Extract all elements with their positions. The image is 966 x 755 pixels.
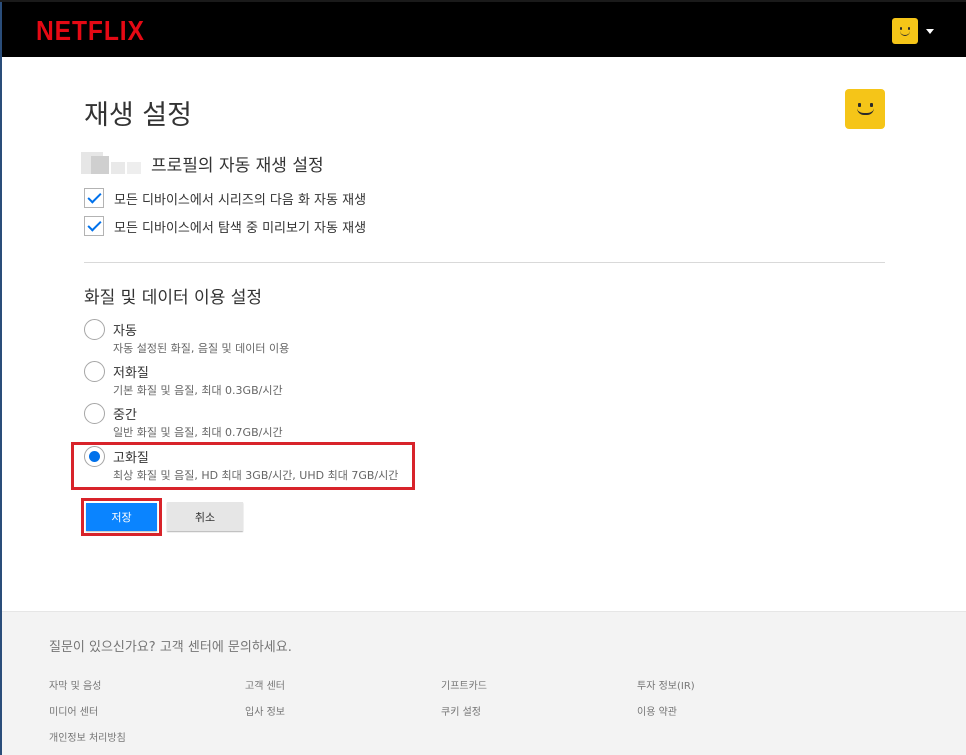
site-header: NETFLIX bbox=[2, 2, 966, 57]
autoplay-next-episode-checkbox[interactable] bbox=[84, 188, 104, 208]
cancel-button[interactable]: 취소 bbox=[167, 502, 243, 531]
footer-link-terms[interactable]: 이용 약관 bbox=[637, 703, 677, 718]
profile-avatar-icon bbox=[845, 89, 885, 129]
footer-link-cookie-settings[interactable]: 쿠키 설정 bbox=[441, 703, 481, 718]
quality-low-radio[interactable] bbox=[84, 361, 105, 382]
quality-auto-radio[interactable] bbox=[84, 319, 105, 340]
quality-high-radio[interactable] bbox=[84, 446, 105, 467]
quality-high-desc: 최상 화질 및 음질, HD 최대 3GB/시간, UHD 최대 7GB/시간 bbox=[113, 469, 399, 482]
footer-link-help-center[interactable]: 고객 센터 bbox=[245, 677, 285, 692]
quality-low-title: 저화질 bbox=[113, 366, 149, 381]
footer-link-media-center[interactable]: 미디어 센터 bbox=[49, 703, 98, 718]
footer-link-jobs[interactable]: 입사 정보 bbox=[245, 703, 285, 718]
footer-link-investor-relations[interactable]: 투자 정보(IR) bbox=[637, 677, 695, 692]
footer-link-privacy[interactable]: 개인정보 처리방침 bbox=[49, 729, 126, 744]
quality-medium-desc: 일반 화질 및 음질, 최대 0.7GB/시간 bbox=[113, 426, 283, 439]
profile-autoplay-header: 프로필의 자동 재생 설정 bbox=[81, 150, 324, 176]
autoplay-previews-checkbox[interactable] bbox=[84, 216, 104, 236]
playback-settings-panel: 재생 설정 프로필의 자동 재생 설정 모든 디바이스에서 시리즈의 다음 화 … bbox=[2, 57, 966, 611]
autoplay-previews-checkbox-row[interactable]: 모든 디바이스에서 탐색 중 미리보기 자동 재생 bbox=[84, 215, 366, 237]
quality-high-title: 고화질 bbox=[113, 451, 149, 466]
quality-low-desc: 기본 화질 및 음질, 최대 0.3GB/시간 bbox=[113, 384, 283, 397]
autoplay-previews-label: 모든 디바이스에서 탐색 중 미리보기 자동 재생 bbox=[114, 220, 367, 236]
annotation-highlight-save: 저장 bbox=[81, 498, 162, 536]
caret-down-icon[interactable] bbox=[926, 28, 934, 34]
page-title: 재생 설정 bbox=[84, 100, 192, 131]
footer-link-subtitles-audio[interactable]: 자막 및 음성 bbox=[49, 677, 101, 692]
footer-contact-question[interactable]: 질문이 있으신가요? 고객 센터에 문의하세요. bbox=[49, 636, 292, 655]
section-divider bbox=[84, 262, 885, 263]
autoplay-next-episode-label: 모든 디바이스에서 시리즈의 다음 화 자동 재생 bbox=[114, 192, 367, 208]
netflix-logo[interactable]: NETFLIX bbox=[36, 15, 145, 47]
quality-auto-title: 자동 bbox=[113, 324, 137, 339]
footer-link-gift-cards[interactable]: 기프트카드 bbox=[441, 677, 487, 692]
quality-heading: 화질 및 데이터 이용 설정 bbox=[84, 288, 263, 308]
autoplay-heading: 프로필의 자동 재생 설정 bbox=[151, 155, 324, 176]
quality-medium-title: 중간 bbox=[113, 408, 137, 423]
site-footer: 질문이 있으신가요? 고객 센터에 문의하세요. 자막 및 음성 고객 센터 기… bbox=[2, 611, 966, 755]
smiley-avatar-icon[interactable] bbox=[892, 18, 918, 44]
quality-medium-radio[interactable] bbox=[84, 403, 105, 424]
save-button[interactable]: 저장 bbox=[86, 503, 157, 531]
quality-auto-desc: 자동 설정된 화질, 음질 및 데이터 이용 bbox=[113, 342, 290, 355]
blurred-profile-name bbox=[81, 152, 147, 174]
autoplay-next-episode-checkbox-row[interactable]: 모든 디바이스에서 시리즈의 다음 화 자동 재생 bbox=[84, 187, 366, 209]
profile-menu[interactable] bbox=[892, 18, 934, 44]
